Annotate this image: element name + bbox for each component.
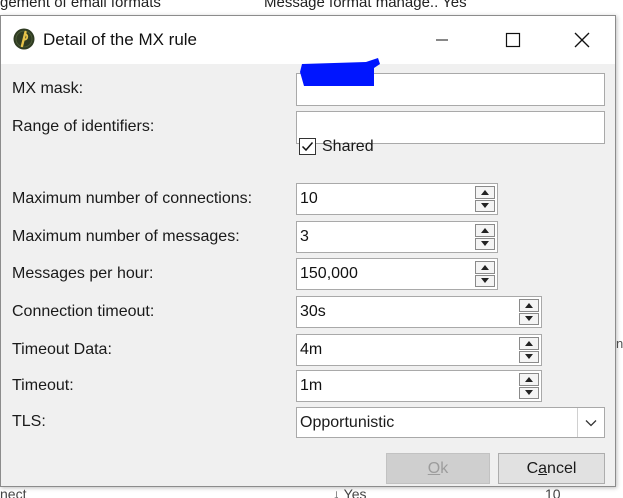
triangle-down-icon xyxy=(525,316,533,322)
triangle-down-icon xyxy=(481,241,489,247)
background-window-row: nect ↓ Yes 10 xyxy=(0,488,623,498)
messages-per-hour-value: 150,000 xyxy=(300,265,358,282)
tls-selected-value: Opportunistic xyxy=(300,414,395,431)
background-row-text: 10 xyxy=(545,488,561,498)
messages-per-hour-spinner[interactable]: 150,000 xyxy=(296,258,498,290)
triangle-up-icon xyxy=(481,264,489,270)
max-connections-spinner[interactable]: 10 xyxy=(296,183,498,215)
close-button[interactable] xyxy=(559,16,605,64)
background-column-text: gement of email formats xyxy=(0,0,161,11)
triangle-down-icon xyxy=(525,354,533,360)
spin-down-button[interactable] xyxy=(519,312,539,325)
timeout-value: 1m xyxy=(300,377,323,394)
cancel-button-label: Cancel xyxy=(526,459,577,477)
timeout-data-label: Timeout Data: xyxy=(12,341,112,358)
mx-mask-label: MX mask: xyxy=(12,80,84,97)
triangle-up-icon xyxy=(525,376,533,382)
spin-up-button[interactable] xyxy=(519,337,539,350)
range-of-identifiers-label: Range of identifiers: xyxy=(12,118,155,135)
max-messages-spinner[interactable]: 3 xyxy=(296,221,498,253)
triangle-down-icon xyxy=(481,203,489,209)
triangle-down-icon xyxy=(481,278,489,284)
background-column-text: Message format manage.. Yes xyxy=(264,0,467,11)
spin-up-button[interactable] xyxy=(475,224,495,237)
timeout-spinner[interactable]: 1m xyxy=(296,370,542,402)
tls-dropdown-button[interactable] xyxy=(577,408,604,437)
max-connections-value: 10 xyxy=(300,190,318,207)
timeout-data-spinner[interactable]: 4m xyxy=(296,334,542,366)
timeout-data-value: 4m xyxy=(300,341,323,358)
maximize-button[interactable] xyxy=(490,16,536,64)
spin-up-button[interactable] xyxy=(519,373,539,386)
max-connections-label: Maximum number of connections: xyxy=(12,190,253,207)
checkmark-icon xyxy=(301,142,314,152)
cancel-button[interactable]: Cancel xyxy=(498,453,605,484)
ok-button[interactable]: Ok xyxy=(386,453,490,484)
spin-up-button[interactable] xyxy=(475,261,495,274)
background-row-text: nect xyxy=(0,488,27,498)
minimize-button[interactable] xyxy=(419,16,465,64)
triangle-up-icon xyxy=(525,340,533,346)
max-messages-value: 3 xyxy=(300,228,309,245)
spin-down-button[interactable] xyxy=(475,274,495,287)
shared-label: Shared xyxy=(322,138,374,155)
close-icon xyxy=(574,32,590,48)
background-window-header: gement of email formats Message format m… xyxy=(0,0,623,14)
title-bar[interactable]: Detail of the MX rule xyxy=(1,16,615,64)
triangle-down-icon xyxy=(525,390,533,396)
timeout-label: Timeout: xyxy=(12,377,74,394)
ok-button-label: Ok xyxy=(427,459,449,477)
background-edge-text: n xyxy=(616,336,623,351)
app-logo-icon xyxy=(13,28,35,50)
spin-down-button[interactable] xyxy=(475,237,495,250)
minimize-icon xyxy=(436,39,448,41)
background-row-text: ↓ Yes xyxy=(333,488,367,498)
chevron-down-icon xyxy=(585,419,597,426)
triangle-up-icon xyxy=(481,227,489,233)
spin-down-button[interactable] xyxy=(519,350,539,363)
spin-up-button[interactable] xyxy=(475,186,495,199)
spin-down-button[interactable] xyxy=(519,386,539,399)
redaction-mark xyxy=(300,58,380,86)
dialog-title: Detail of the MX rule xyxy=(43,30,198,49)
tls-select[interactable]: Opportunistic xyxy=(296,407,605,438)
shared-checkbox[interactable] xyxy=(299,138,316,155)
triangle-up-icon xyxy=(525,302,533,308)
max-messages-label: Maximum number of messages: xyxy=(12,228,240,245)
maximize-icon xyxy=(505,32,521,48)
tls-label: TLS: xyxy=(12,413,46,430)
spin-down-button[interactable] xyxy=(475,199,495,212)
spin-up-button[interactable] xyxy=(519,299,539,312)
connection-timeout-spinner[interactable]: 30s xyxy=(296,296,542,328)
messages-per-hour-label: Messages per hour: xyxy=(12,265,154,282)
triangle-up-icon xyxy=(481,189,489,195)
connection-timeout-label: Connection timeout: xyxy=(12,303,155,320)
connection-timeout-value: 30s xyxy=(300,303,326,320)
